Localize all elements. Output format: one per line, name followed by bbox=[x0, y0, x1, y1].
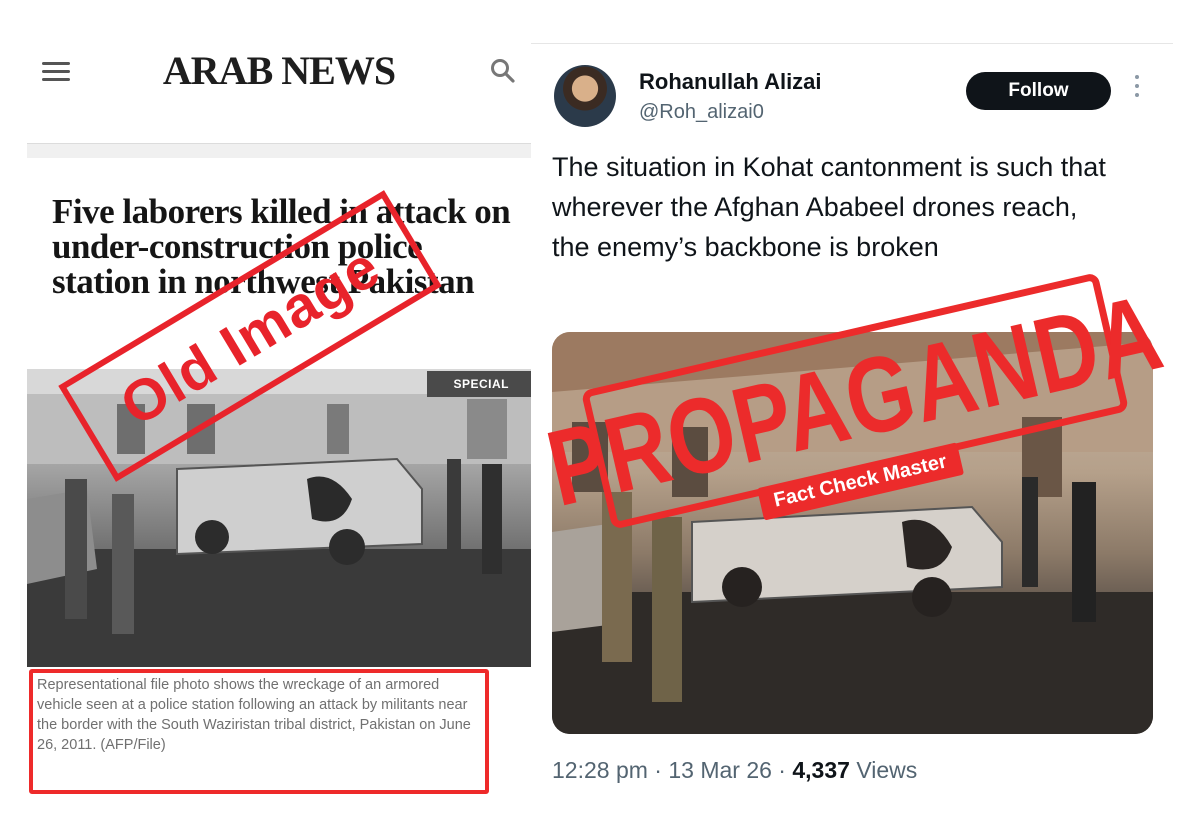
tweet-meta: 12:28 pm · 13 Mar 26 · 4,337 Views bbox=[552, 757, 918, 783]
views-count: 4,337 bbox=[792, 757, 850, 783]
site-logo[interactable]: ARAB NEWS bbox=[27, 47, 531, 94]
avatar[interactable] bbox=[554, 65, 616, 127]
user-handle[interactable]: @Roh_alizai0 bbox=[639, 101, 764, 124]
caption-highlight-box bbox=[29, 669, 489, 794]
display-name[interactable]: Rohanullah Alizai bbox=[639, 69, 822, 95]
special-badge: SPECIAL bbox=[427, 371, 531, 397]
tweet-text: The situation in Kohat cantonment is suc… bbox=[552, 152, 1106, 262]
tweet-time[interactable]: 12:28 pm bbox=[552, 757, 648, 783]
tweet-date[interactable]: 13 Mar 26 bbox=[668, 757, 772, 783]
top-divider bbox=[531, 43, 1173, 44]
header-spacer bbox=[27, 144, 531, 158]
site-header: ARAB NEWS bbox=[27, 19, 531, 144]
more-icon[interactable] bbox=[1131, 75, 1143, 103]
views-label: Views bbox=[856, 757, 918, 783]
follow-button[interactable]: Follow bbox=[966, 72, 1111, 110]
search-icon[interactable] bbox=[489, 57, 517, 85]
